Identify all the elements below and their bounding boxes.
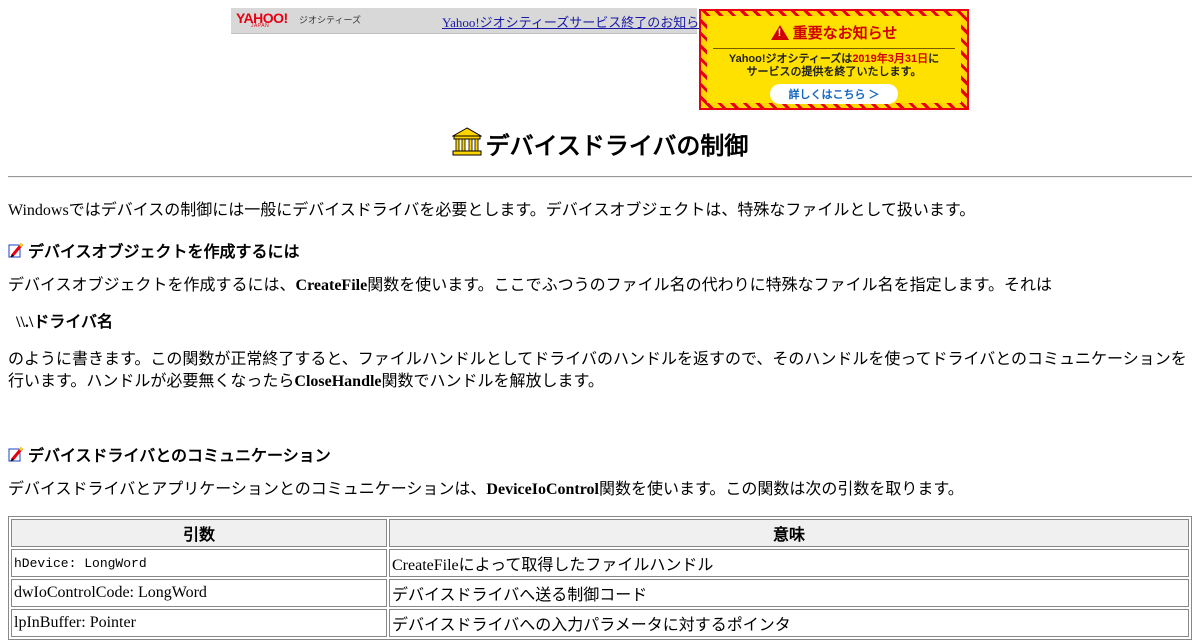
horizontal-rule (8, 176, 1192, 178)
create-device-paragraph: デバイスオブジェクトを作成するには、CreateFile関数を使います。ここでふ… (8, 275, 1198, 297)
section-heading-communication: デバイスドライバとのコミュニケーション (8, 442, 331, 466)
table-row: dwIoControlCode: LongWord デバイスドライバへ送る制御コ… (11, 579, 1189, 607)
notice-title-row: 重要なお知らせ (707, 22, 961, 43)
communication-text-a: デバイスドライバとアプリケーションとのコミュニケーションは、 (8, 481, 487, 498)
notice-body: Yahoo!ジオシティーズは2019年3月31日に サービスの提供を終了いたしま… (707, 53, 961, 79)
geocities-banner: YAHOO! JAPAN ジオシティーズ Yahoo!ジオシティーズサービス終了… (231, 8, 712, 34)
table-cell-argument: dwIoControlCode: LongWord (11, 579, 387, 607)
notice-inner: 重要なお知らせ Yahoo!ジオシティーズは2019年3月31日に サービスの提… (707, 16, 961, 104)
notice-line2: サービスの提供を終了いたします。 (746, 66, 922, 78)
section-heading-text: デバイスドライバとのコミュニケーション (28, 448, 331, 465)
geocities-label: ジオシティーズ (299, 15, 362, 25)
table-cell-meaning: デバイスドライバへの入力パラメータに対するポインタ (389, 609, 1189, 637)
notice-title: 重要なお知らせ (792, 25, 898, 42)
building-icon (451, 127, 482, 156)
notice-divider (713, 48, 955, 49)
device-path-example: \\.\ドライバ名 (16, 314, 114, 331)
intro-paragraph: Windowsではデバイスの制御には一般にデバイスドライバを必要とします。デバイ… (8, 202, 976, 219)
details-button[interactable]: 詳しくはこちら ＞ (770, 84, 898, 104)
page-title: デバイスドライバの制御 (485, 134, 749, 160)
createfile-function: CreateFile (295, 277, 368, 294)
table-header-row: 引数 意味 (11, 519, 1189, 547)
section-heading-create-device: デバイスオブジェクトを作成するには (8, 238, 300, 262)
handle-text-b: 関数でハンドルを解放します。 (381, 373, 604, 390)
deviceiocontrol-function: DeviceIoControl (486, 481, 599, 498)
table-cell-meaning: デバイスドライバへ送る制御コード (389, 579, 1189, 607)
table-cell-argument: hDevice: LongWord (11, 549, 387, 577)
page-title-row: デバイスドライバの制御 (0, 126, 1200, 161)
pen-icon (8, 446, 24, 462)
service-end-link[interactable]: Yahoo!ジオシティーズサービス終了のお知らせ (442, 12, 712, 31)
column-header-argument: 引数 (11, 519, 387, 547)
section-heading-text: デバイスオブジェクトを作成するには (28, 244, 300, 261)
notice-date: 2019年3月31日 (852, 53, 929, 65)
notice-line1-a: Yahoo!ジオシティーズは (728, 53, 853, 65)
pen-icon (8, 242, 24, 258)
table-cell-argument: lpInBuffer: Pointer (11, 609, 387, 637)
table-cell-meaning: CreateFileによって取得したファイルハンドル (389, 549, 1189, 577)
warning-icon (770, 25, 789, 40)
table-row: hDevice: LongWord CreateFileによって取得したファイル… (11, 549, 1189, 577)
handle-paragraph: のように書きます。この関数が正常終了すると、ファイルハンドルとしてドライバのハン… (8, 349, 1194, 393)
column-header-meaning: 意味 (389, 519, 1189, 547)
notice-line1-b: に (928, 53, 940, 65)
communication-text-b: 関数を使います。この関数は次の引数を取ります。 (598, 481, 964, 498)
important-notice-banner[interactable]: 重要なお知らせ Yahoo!ジオシティーズは2019年3月31日に サービスの提… (699, 9, 969, 110)
create-device-text-b: 関数を使います。ここでふつうのファイル名の代わりに特殊なファイル名を指定します。… (367, 277, 1053, 294)
table-row: lpInBuffer: Pointer デバイスドライバへの入力パラメータに対す… (11, 609, 1189, 637)
communication-paragraph: デバイスドライバとアプリケーションとのコミュニケーションは、DeviceIoCo… (8, 479, 1198, 501)
closehandle-function: CloseHandle (294, 373, 382, 390)
arguments-table: 引数 意味 hDevice: LongWord CreateFileによって取得… (8, 516, 1192, 640)
create-device-text-a: デバイスオブジェクトを作成するには、 (8, 277, 296, 294)
yahoo-logo-sub: JAPAN (251, 23, 270, 29)
